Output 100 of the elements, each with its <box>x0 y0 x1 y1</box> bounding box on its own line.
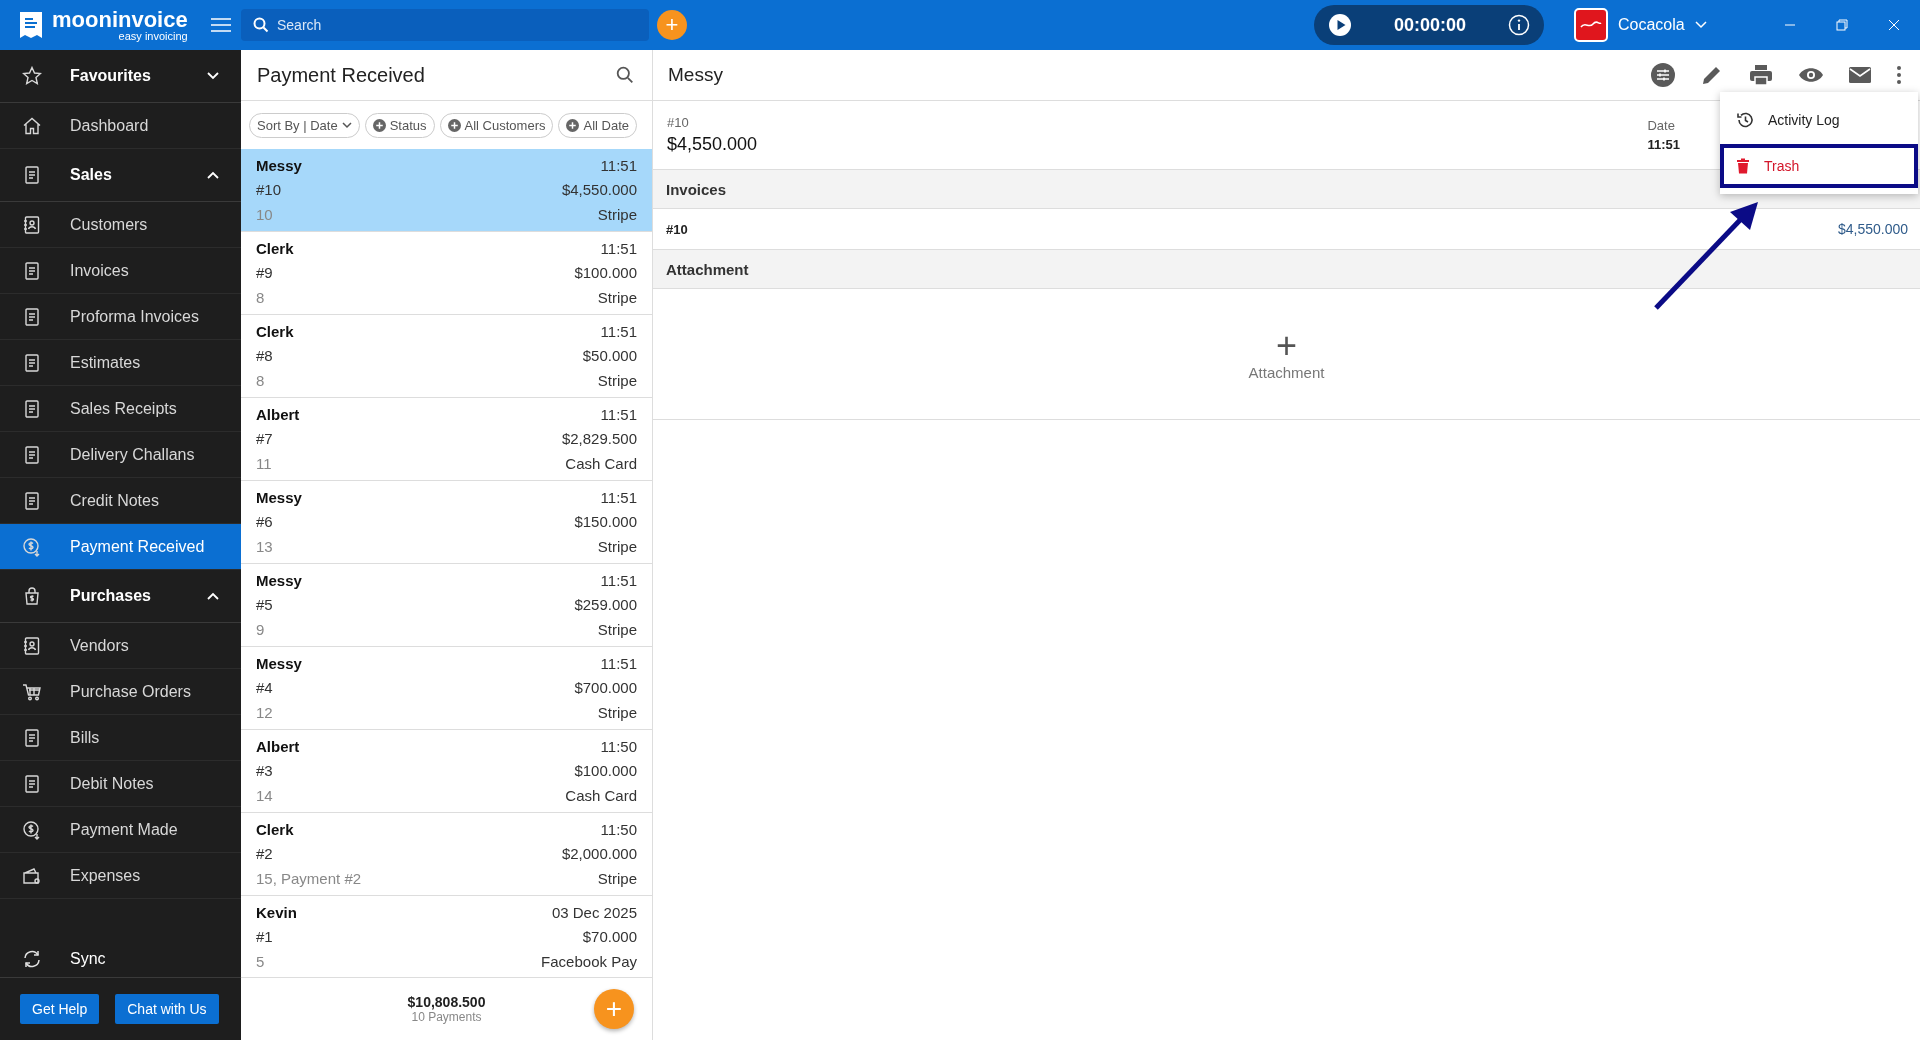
company-switcher[interactable]: Cocacola <box>1574 8 1744 42</box>
filter-chip[interactable]: Status <box>364 112 435 138</box>
payment-reference: 8 <box>256 372 265 390</box>
chevron-up-icon <box>207 171 219 179</box>
payment-amount: $100.000 <box>574 762 637 780</box>
view-icon[interactable] <box>1798 66 1824 84</box>
payment-time: 11:51 <box>600 239 637 257</box>
payment-amount: $50.000 <box>582 347 637 365</box>
payment-number: #4 <box>256 679 273 697</box>
payment-reference: 12 <box>256 704 273 722</box>
chevron-down-icon <box>207 72 219 80</box>
wallet-icon <box>22 865 42 886</box>
customer-name: Clerk <box>256 322 294 340</box>
sync-icon <box>22 949 42 969</box>
customer-name: Kevin <box>256 903 297 921</box>
filter-chip[interactable]: All Customers <box>439 112 554 138</box>
payment-row[interactable]: Clerk 11:50 #2 $2,000.000 15, Payment #2 Stripe <box>241 813 652 896</box>
payment-row[interactable]: Kevin 03 Dec 2025 #1 $70.000 5 Facebook Pay <box>241 896 652 977</box>
brand-name: mooninvoice <box>52 8 188 31</box>
payment-method: Stripe <box>597 206 637 224</box>
document-icon <box>22 398 42 419</box>
contact-book-icon <box>22 635 42 656</box>
document-icon <box>22 352 42 373</box>
payment-time: 11:51 <box>600 488 637 506</box>
help-button[interactable]: Get Help <box>20 994 100 1024</box>
payment-amount: $2,000.000 <box>561 845 637 863</box>
chevron-up-icon <box>207 592 219 600</box>
search-field[interactable]: Search <box>241 9 649 41</box>
payment-row[interactable]: Albert 11:51 #7 $2,829.500 11 Cash Card <box>241 398 652 481</box>
payment-method: Stripe <box>597 870 637 888</box>
invoice-amount: $4,550.000 <box>1837 221 1908 237</box>
customer-name: Messy <box>256 654 302 672</box>
payment-reference: 14 <box>256 787 273 805</box>
play-icon[interactable] <box>1328 13 1352 37</box>
payment-number: #1 <box>256 928 273 946</box>
payment-number: #5 <box>256 596 273 614</box>
chevron-down-icon <box>1694 21 1707 29</box>
payment-reference: 5 <box>256 953 265 971</box>
restore-icon[interactable] <box>1836 19 1848 31</box>
total-amount: $10,808.500 <box>407 994 486 1010</box>
menu-item[interactable]: Activity Log <box>1720 98 1918 142</box>
search-icon[interactable] <box>616 66 634 84</box>
plus-circle-icon <box>566 118 580 132</box>
payment-row[interactable]: Messy 11:51 #10 $4,550.000 10 Stripe <box>241 149 652 232</box>
document-icon <box>22 490 42 511</box>
logo-icon <box>18 10 44 40</box>
section-header: Invoices <box>653 170 1920 209</box>
customer-name: Messy <box>256 571 302 589</box>
payment-method: Facebook Pay <box>541 953 637 971</box>
payment-amount: $150.000 <box>574 513 637 531</box>
filter-chip[interactable]: Sort By | Date <box>249 112 360 138</box>
payment-amount: $700.000 <box>574 679 637 697</box>
close-icon[interactable] <box>1888 19 1900 31</box>
payment-number: #7 <box>256 430 273 448</box>
payment-amount: $2,829.500 <box>561 430 637 448</box>
mail-icon[interactable] <box>1848 66 1872 84</box>
payment-reference: 15, Payment #2 <box>256 870 362 888</box>
document-icon <box>22 444 42 465</box>
plus-circle-icon <box>447 118 461 132</box>
payment-row[interactable]: Messy 11:51 #6 $150.000 13 Stripe <box>241 481 652 564</box>
coin-icon <box>22 819 42 840</box>
payment-row[interactable]: Messy 11:51 #5 $259.000 9 Stripe <box>241 564 652 647</box>
filter-chip[interactable]: All Date <box>558 112 637 138</box>
payment-number: #6 <box>256 513 273 531</box>
info-icon[interactable] <box>1508 14 1530 36</box>
menu-icon[interactable] <box>209 17 232 33</box>
section-header: Attachment <box>653 250 1920 289</box>
history-icon <box>1736 111 1754 129</box>
payment-row[interactable]: Messy 11:51 #4 $700.000 12 Stripe <box>241 647 652 730</box>
payment-reference: 10 <box>256 206 273 224</box>
payment-method: Stripe <box>597 372 637 390</box>
payment-method: Stripe <box>597 704 637 722</box>
trash-icon <box>1736 158 1750 174</box>
payment-row[interactable]: Clerk 11:51 #9 $100.000 8 Stripe <box>241 232 652 315</box>
payment-time: 11:51 <box>600 571 637 589</box>
payment-method: Stripe <box>597 289 637 307</box>
document-icon <box>22 306 42 327</box>
contact-book-icon <box>22 214 42 235</box>
payment-row[interactable]: Clerk 11:51 #8 $50.000 8 Stripe <box>241 315 652 398</box>
filter-icon[interactable] <box>1650 62 1676 88</box>
payment-time: 11:50 <box>600 820 637 838</box>
document-icon <box>22 773 42 794</box>
chevron-down-icon <box>341 121 352 129</box>
payment-amount: $259.000 <box>574 596 637 614</box>
menu-item[interactable]: Trash <box>1720 144 1918 188</box>
payment-row[interactable]: Albert 11:50 #3 $100.000 14 Cash Card <box>241 730 652 813</box>
company-logo-icon <box>1574 8 1608 42</box>
payment-time: 03 Dec 2025 <box>551 903 637 921</box>
payment-number: #10 <box>667 115 690 130</box>
plus-circle-icon <box>372 118 386 132</box>
document-icon <box>22 727 42 748</box>
add-attachment-button[interactable]: + Attachment <box>1244 323 1329 385</box>
chat-button[interactable]: Chat with Us <box>115 994 219 1024</box>
customer-name: Clerk <box>256 820 294 838</box>
detail-title: Messy <box>668 64 723 86</box>
payment-number: #10 <box>256 181 282 199</box>
payment-time: 11:51 <box>600 156 637 174</box>
more-icon[interactable] <box>1896 65 1902 85</box>
print-icon[interactable] <box>1748 63 1774 87</box>
sidebar-item[interactable]: Payment Received <box>0 524 241 570</box>
